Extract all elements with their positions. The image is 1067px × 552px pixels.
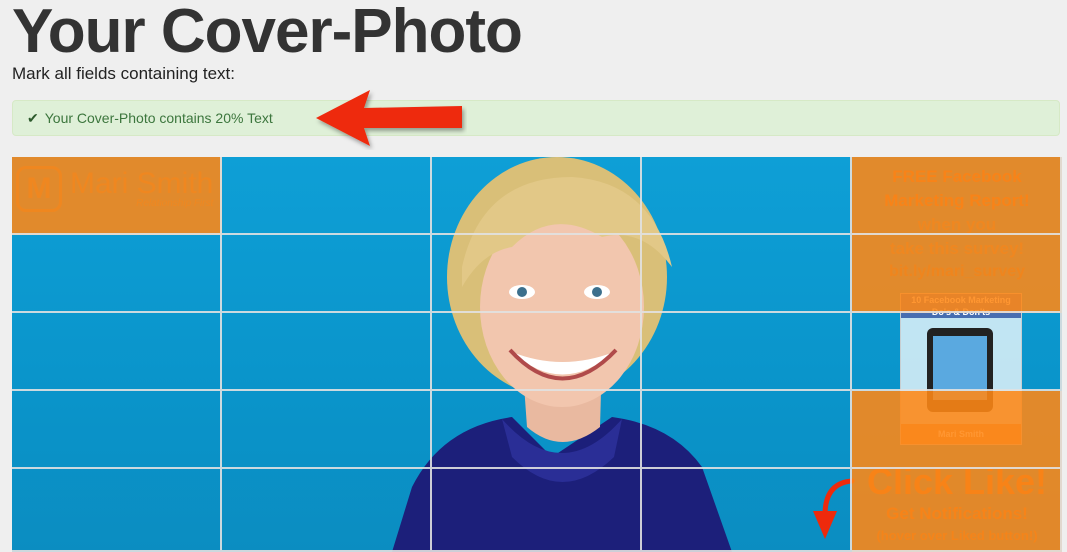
grid-cell[interactable]: [222, 469, 432, 552]
page-subtitle: Mark all fields containing text:: [12, 64, 235, 83]
grid-cell[interactable]: [642, 235, 852, 313]
grid-cell[interactable]: [222, 157, 432, 235]
grid-cell[interactable]: [432, 313, 642, 391]
grid-cell[interactable]: [432, 235, 642, 313]
grid-cell[interactable]: [222, 235, 432, 313]
red-arrow-annotation: [316, 90, 462, 146]
grid-cell[interactable]: [12, 469, 222, 552]
grid-cell[interactable]: [852, 469, 1062, 552]
grid-cell[interactable]: [852, 313, 1062, 391]
cover-photo: M Mari Smith Relationship First FREE Fac…: [12, 157, 1062, 552]
grid-cell[interactable]: [642, 391, 852, 469]
check-icon: ✔: [27, 109, 39, 126]
grid-cell[interactable]: [222, 313, 432, 391]
alert-message: Your Cover-Photo contains 20% Text: [44, 110, 273, 126]
grid-cell[interactable]: [12, 157, 222, 235]
grid-cell[interactable]: [642, 469, 852, 552]
grid-cell[interactable]: [432, 469, 642, 552]
grid-cell[interactable]: [852, 235, 1062, 313]
grid-cell[interactable]: [432, 157, 642, 235]
grid-cell[interactable]: [12, 391, 222, 469]
grid-cell[interactable]: [852, 391, 1062, 469]
grid-cell[interactable]: [852, 157, 1062, 235]
text-percentage-alert: ✔ Your Cover-Photo contains 20% Text: [12, 100, 1060, 136]
grid-cell[interactable]: [642, 157, 852, 235]
grid-cell[interactable]: [432, 391, 642, 469]
page-title: Your Cover-Photo: [12, 0, 523, 66]
grid-cell[interactable]: [12, 235, 222, 313]
grid-cell[interactable]: [642, 313, 852, 391]
grid-cell[interactable]: [222, 391, 432, 469]
grid-cell[interactable]: [12, 313, 222, 391]
